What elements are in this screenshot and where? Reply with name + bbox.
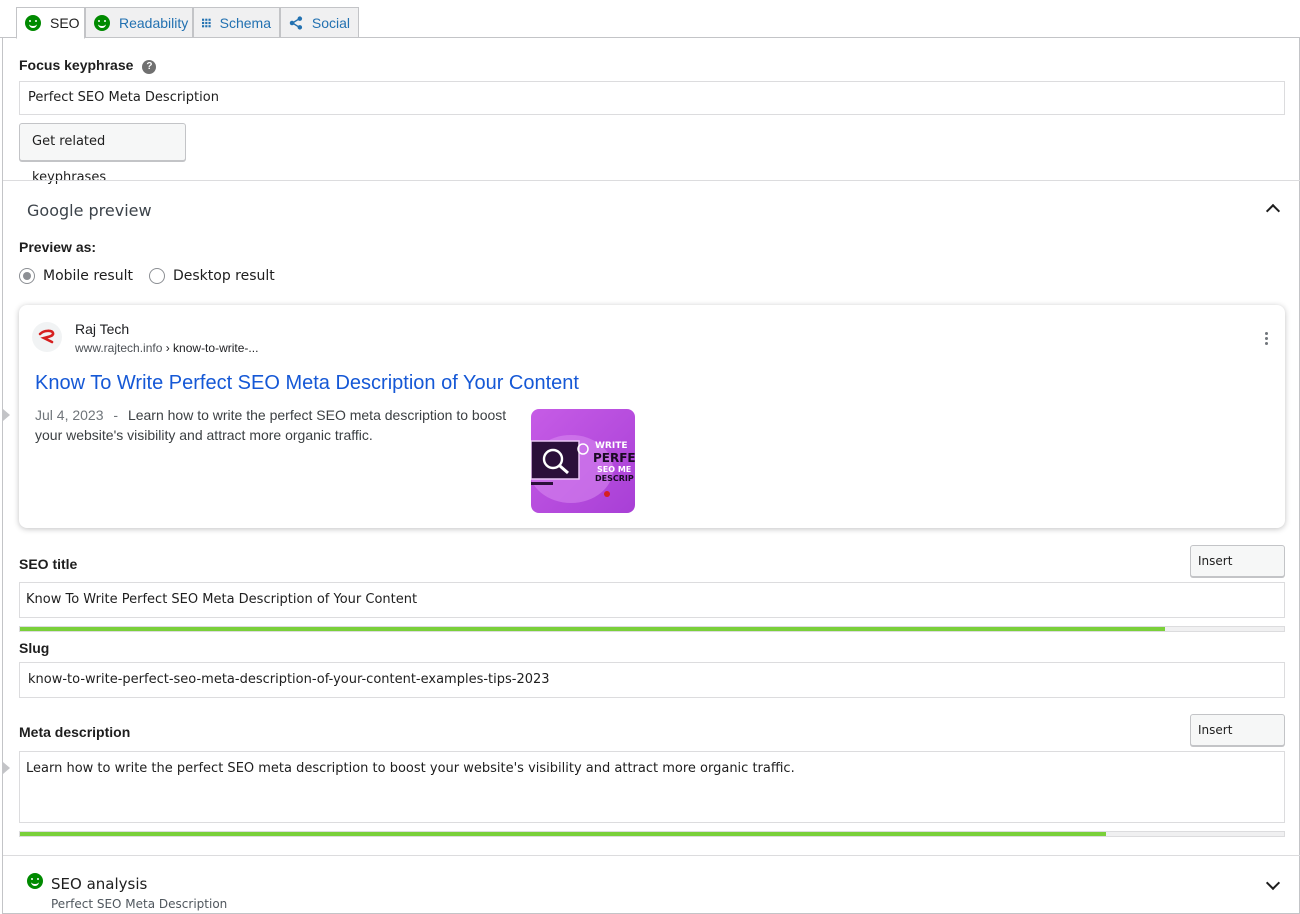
smiley-icon [27, 873, 43, 889]
seo-analysis-keyphrase: Perfect SEO Meta Description [51, 897, 228, 911]
meta-description-progress-bar [19, 831, 1285, 837]
desktop-result-label[interactable]: Desktop result [173, 268, 275, 284]
grid-icon [202, 18, 211, 27]
site-url-path: › know-to-write-... [165, 341, 259, 355]
mobile-result-radio[interactable] [19, 268, 35, 284]
focus-keyphrase-label-text: Focus keyphrase [19, 57, 134, 73]
thumb-text-description: DESCRIP [595, 474, 634, 483]
seo-title-input[interactable]: Know To Write Perfect SEO Meta Descripti… [19, 582, 1285, 618]
tab-social[interactable]: Social [280, 7, 359, 38]
thumb-text-seo-meta: SEO ME [597, 465, 632, 474]
serp-thumbnail: WRITE PERFE SEO ME DESCRIP [531, 409, 635, 513]
meta-description-label: Meta description [19, 724, 131, 740]
site-name: Raj Tech [75, 321, 130, 337]
tab-readability-label: Readability [119, 14, 189, 31]
seo-title-insert-variable-button[interactable]: Insert variable [1190, 545, 1285, 598]
get-related-keyphrases-button[interactable]: Get related keyphrases [19, 123, 186, 185]
slug-input[interactable]: know-to-write-perfect-seo-meta-descripti… [19, 662, 1285, 698]
section-divider [3, 180, 1300, 181]
more-options-icon[interactable] [1265, 332, 1269, 346]
seo-title-progress-bar [19, 626, 1285, 632]
tab-seo[interactable]: SEO [16, 7, 85, 39]
smiley-icon [25, 15, 41, 31]
meta-description-textarea[interactable]: Learn how to write the perfect SEO meta … [19, 751, 1285, 823]
serp-description-text: Learn how to write the perfect SEO meta … [35, 407, 507, 443]
tab-readability[interactable]: Readability [85, 7, 193, 38]
google-preview-card: Raj Tech www.rajtech.info › know-to-writ… [19, 305, 1285, 528]
left-scroll-arrow-icon[interactable] [3, 409, 10, 421]
meta-description-progress-fill [20, 832, 1106, 836]
section-divider [3, 855, 1300, 856]
left-scroll-arrow-icon[interactable] [3, 762, 10, 774]
tab-seo-label: SEO [50, 15, 80, 31]
seo-title-progress-fill [20, 627, 1166, 631]
site-favicon [32, 322, 62, 352]
help-icon[interactable]: ? [142, 60, 157, 74]
serp-description: Jul 4, 2023 - Learn how to write the per… [35, 405, 515, 445]
slug-label: Slug [19, 640, 50, 656]
serp-date: Jul 4, 2023 [35, 407, 104, 423]
smiley-icon [94, 14, 110, 31]
tab-schema-label: Schema [219, 14, 271, 31]
share-icon [289, 15, 303, 30]
serp-date-separator: - [113, 407, 119, 423]
meta-description-insert-variable-button[interactable]: Insert variable [1190, 714, 1285, 767]
site-url-domain: www.rajtech.info [75, 341, 163, 355]
mobile-result-label[interactable]: Mobile result [43, 268, 133, 284]
google-preview-title[interactable]: Google preview [27, 201, 152, 220]
desktop-result-radio[interactable] [148, 268, 165, 284]
focus-keyphrase-input[interactable]: Perfect SEO Meta Description [19, 81, 1285, 115]
focus-keyphrase-label: Focus keyphrase? [19, 57, 157, 74]
seo-title-label: SEO title [19, 556, 78, 572]
tab-schema[interactable]: Schema [193, 7, 280, 38]
raj-tech-logo-icon [38, 329, 55, 344]
tab-social-label: Social [311, 14, 350, 31]
preview-as-label: Preview as: [19, 239, 97, 255]
thumb-text-perfect: PERFE [593, 451, 635, 465]
metabox-tabs: SEO Readability Schema Social [0, 0, 1300, 39]
preview-mode-radios: Mobile result Desktop result [19, 268, 275, 284]
site-url: www.rajtech.info › know-to-write-... [75, 341, 258, 355]
seo-analysis-title[interactable]: SEO analysis [51, 875, 147, 893]
serp-title[interactable]: Know To Write Perfect SEO Meta Descripti… [35, 372, 579, 395]
